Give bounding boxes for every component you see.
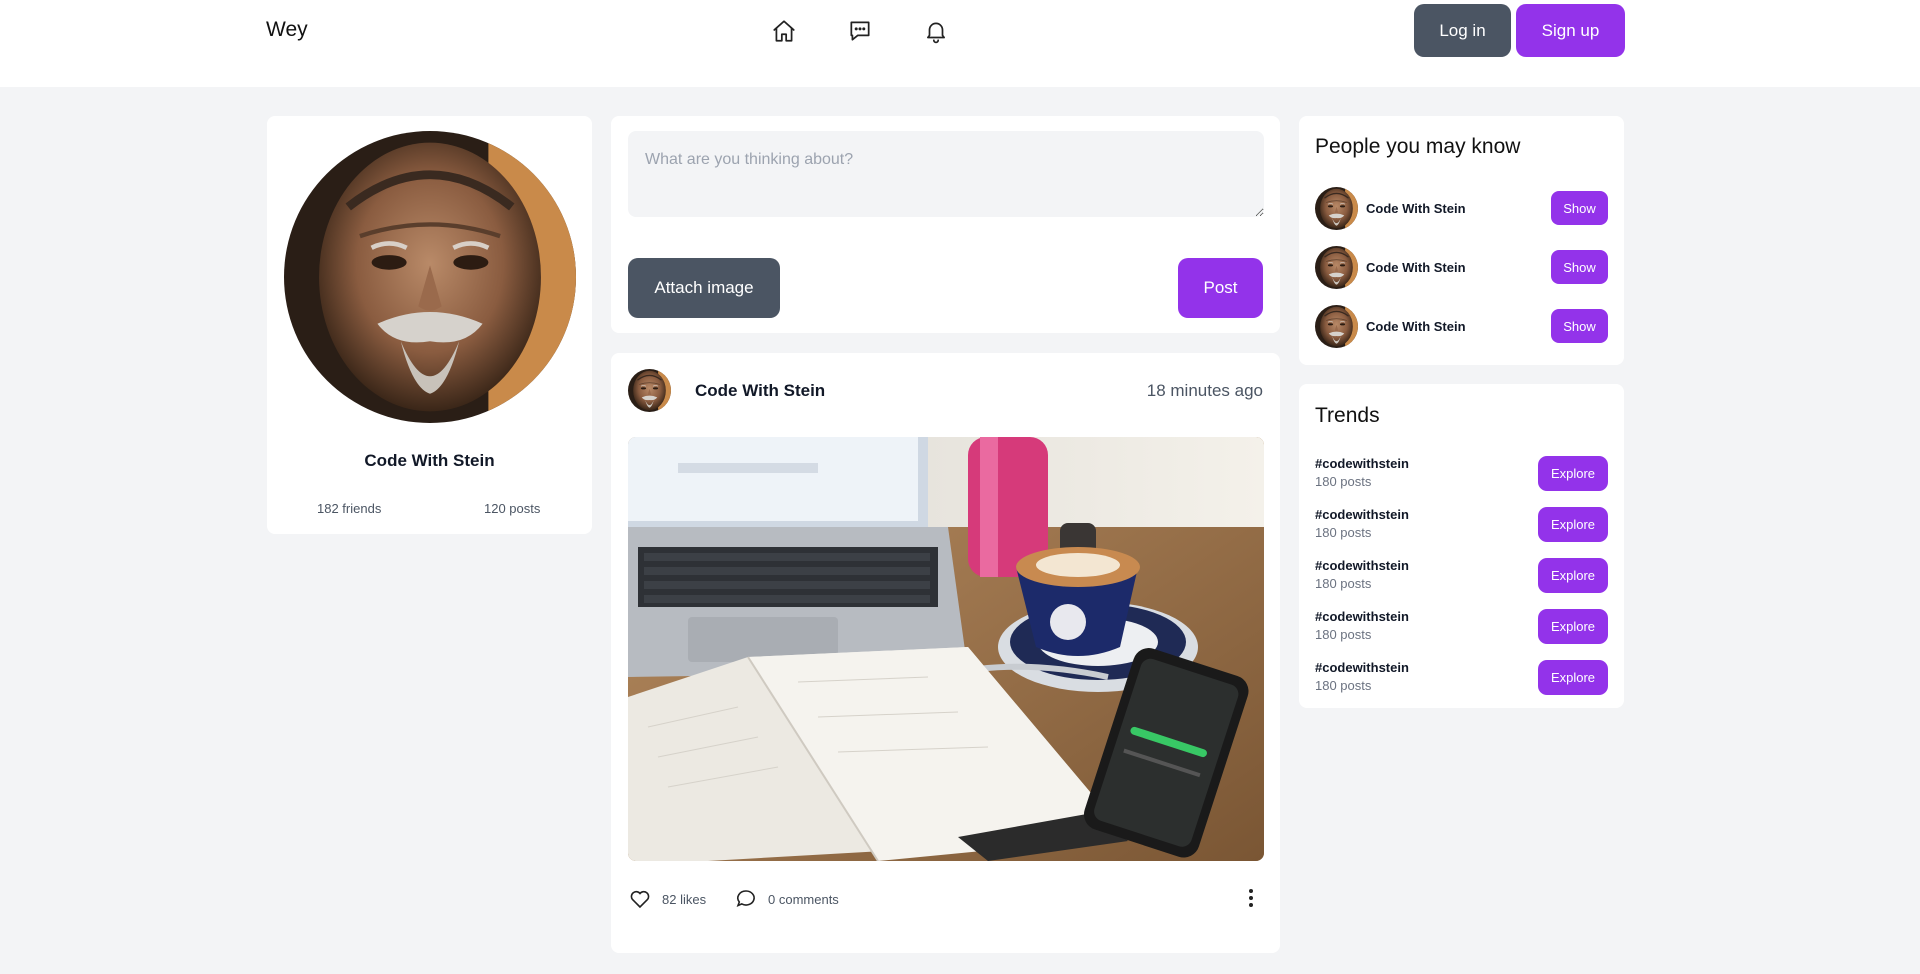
profile-friends-count[interactable]: 182 friends <box>317 501 381 516</box>
person-row: Code With Stein Show <box>1315 246 1608 290</box>
top-navbar: Wey Log in Sign up <box>0 0 1920 87</box>
trend-row: #codewithstein 180 posts Explore <box>1315 455 1608 497</box>
show-person-button[interactable]: Show <box>1551 250 1608 284</box>
trend-post-count: 180 posts <box>1315 627 1372 642</box>
trend-hashtag[interactable]: #codewithstein <box>1315 507 1409 522</box>
person-name[interactable]: Code With Stein <box>1366 260 1466 275</box>
post-button[interactable]: Post <box>1178 258 1263 318</box>
explore-button[interactable]: Explore <box>1538 456 1608 491</box>
profile-posts-count: 120 posts <box>484 501 541 516</box>
trend-row: #codewithstein 180 posts Explore <box>1315 557 1608 599</box>
post-author-avatar[interactable] <box>628 369 671 412</box>
show-person-button[interactable]: Show <box>1551 309 1608 343</box>
post-text-input[interactable] <box>628 131 1264 217</box>
comments-count: 0 comments <box>768 891 839 907</box>
trend-hashtag[interactable]: #codewithstein <box>1315 609 1409 624</box>
trend-row: #codewithstein 180 posts Explore <box>1315 506 1608 548</box>
explore-button[interactable]: Explore <box>1538 558 1608 593</box>
trend-row: #codewithstein 180 posts Explore <box>1315 608 1608 650</box>
attach-image-button[interactable]: Attach image <box>628 258 780 318</box>
more-options-icon[interactable] <box>1239 886 1263 910</box>
explore-button[interactable]: Explore <box>1538 660 1608 695</box>
person-name[interactable]: Code With Stein <box>1366 201 1466 216</box>
person-name[interactable]: Code With Stein <box>1366 319 1466 334</box>
explore-button[interactable]: Explore <box>1538 609 1608 644</box>
trend-post-count: 180 posts <box>1315 474 1372 489</box>
trend-post-count: 180 posts <box>1315 576 1372 591</box>
feed-post: Code With Stein 18 minutes ago 82 likes … <box>611 353 1280 953</box>
profile-name[interactable]: Code With Stein <box>267 451 592 471</box>
brand-logo[interactable]: Wey <box>266 18 308 42</box>
post-image[interactable] <box>628 437 1264 861</box>
trend-post-count: 180 posts <box>1315 525 1372 540</box>
person-row: Code With Stein Show <box>1315 187 1608 231</box>
comment-button[interactable]: 0 comments <box>734 887 839 911</box>
person-avatar[interactable] <box>1315 187 1358 230</box>
profile-avatar[interactable] <box>284 131 576 423</box>
trends-title: Trends <box>1315 404 1380 427</box>
trend-hashtag[interactable]: #codewithstein <box>1315 456 1409 471</box>
trend-hashtag[interactable]: #codewithstein <box>1315 660 1409 675</box>
people-you-may-know: People you may know Code With Stein Show… <box>1299 116 1624 365</box>
trend-post-count: 180 posts <box>1315 678 1372 693</box>
show-person-button[interactable]: Show <box>1551 191 1608 225</box>
people-title: People you may know <box>1315 135 1521 158</box>
trends-card: Trends #codewithstein 180 posts Explore … <box>1299 384 1624 708</box>
comment-icon <box>736 890 755 907</box>
likes-count: 82 likes <box>662 891 707 907</box>
person-avatar[interactable] <box>1315 305 1358 348</box>
person-avatar[interactable] <box>1315 246 1358 289</box>
like-button[interactable]: 82 likes <box>628 887 706 911</box>
chat-icon[interactable] <box>846 17 874 45</box>
trend-hashtag[interactable]: #codewithstein <box>1315 558 1409 573</box>
profile-card: Code With Stein 182 friends 120 posts <box>267 116 592 534</box>
post-timestamp: 18 minutes ago <box>1146 381 1263 400</box>
person-row: Code With Stein Show <box>1315 305 1608 349</box>
login-button[interactable]: Log in <box>1414 4 1511 57</box>
explore-button[interactable]: Explore <box>1538 507 1608 542</box>
home-icon[interactable] <box>770 17 798 45</box>
bell-icon[interactable] <box>922 17 950 45</box>
post-author-name[interactable]: Code With Stein <box>695 381 825 401</box>
trend-row: #codewithstein 180 posts Explore <box>1315 659 1608 701</box>
heart-icon <box>630 890 650 909</box>
signup-button[interactable]: Sign up <box>1516 4 1625 57</box>
